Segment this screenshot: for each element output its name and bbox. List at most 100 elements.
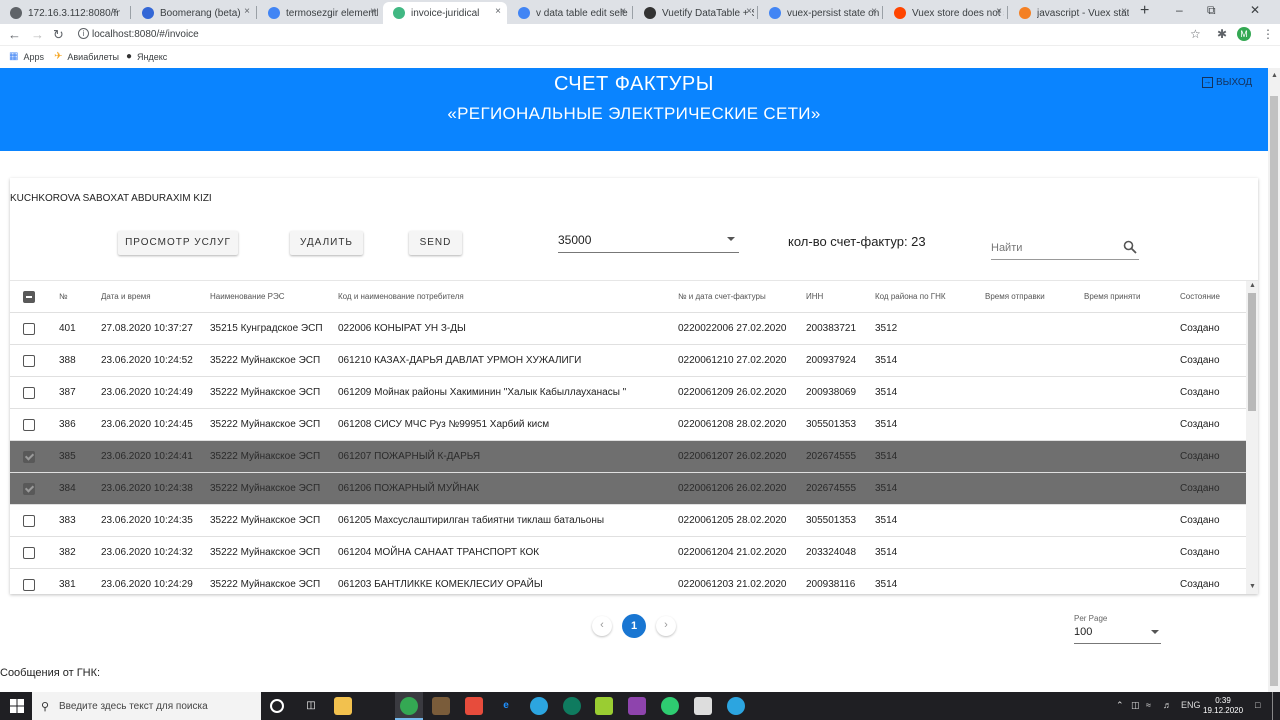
scroll-up-icon[interactable]: ▲ <box>1249 282 1256 289</box>
taskbar-clock[interactable]: 0:39 19.12.2020 <box>1203 696 1243 716</box>
table-row[interactable]: 381 23.06.2020 10:24:29 35222 Муйнакское Э… <box>10 569 1246 594</box>
notepad-icon[interactable] <box>595 697 613 715</box>
select-all-checkbox[interactable] <box>23 291 35 303</box>
scroll-up-icon[interactable]: ▲ <box>1271 72 1278 79</box>
windows-start-icon[interactable] <box>10 699 24 713</box>
tab-close-icon[interactable]: × <box>746 6 752 17</box>
prev-page-button[interactable]: ‹ <box>592 616 612 636</box>
table-row[interactable]: 385 23.06.2020 10:24:41 35222 Муйнакское Э… <box>10 441 1246 473</box>
next-page-button[interactable]: › <box>656 616 676 636</box>
table-row[interactable]: 388 23.06.2020 10:24:52 35222 Муйнакское Э… <box>10 345 1246 377</box>
col-header-num[interactable]: № <box>59 292 68 301</box>
col-header-district[interactable]: Код района по ГНК <box>875 292 946 301</box>
table-row[interactable]: 384 23.06.2020 10:24:38 35222 Муйнакское Э… <box>10 473 1246 505</box>
reload-icon[interactable]: ↻ <box>53 27 64 43</box>
edge-icon[interactable]: e <box>497 697 515 715</box>
browser-tab[interactable]: Boomerang (beta) × <box>132 2 256 24</box>
table-scrollbar[interactable]: ▲ ▼ <box>1246 281 1258 594</box>
minimize-icon[interactable]: – <box>1176 3 1183 17</box>
page-scroll-thumb[interactable] <box>1270 96 1278 686</box>
tab-close-icon[interactable]: × <box>495 6 501 17</box>
forward-icon[interactable]: → <box>31 27 44 42</box>
tab-close-icon[interactable]: × <box>370 6 376 17</box>
browser-tab[interactable]: javascript - Vuex state × <box>1009 2 1133 24</box>
tray-language[interactable]: ENG <box>1181 700 1201 710</box>
browser-menu-icon[interactable]: ⋮ <box>1262 27 1274 41</box>
view-services-button[interactable]: ПРОСМОТР УСЛУГ <box>118 231 238 255</box>
bookmark-yandex[interactable]: ● Яндекс <box>126 51 167 62</box>
table-row[interactable]: 401 27.08.2020 10:37:27 35215 Кунградское … <box>10 313 1246 345</box>
tray-volume-icon[interactable]: ♬ <box>1163 700 1172 710</box>
telegram-icon[interactable] <box>530 697 548 715</box>
task-view-icon[interactable]: ◫ <box>302 697 320 715</box>
col-header-sent[interactable]: Время отправки <box>985 292 1045 301</box>
col-header-consumer[interactable]: Код и наименование потребителя <box>338 292 464 301</box>
col-header-res[interactable]: Наименование РЭС <box>210 292 285 301</box>
new-tab-button[interactable]: + <box>1140 2 1149 20</box>
row-checkbox[interactable] <box>23 387 35 399</box>
browser-tab[interactable]: vuex-persist state on re× <box>759 2 883 24</box>
logout-button[interactable]: → ВЫХОД <box>1202 77 1252 88</box>
region-select[interactable]: 35000 <box>558 233 739 253</box>
extensions-puzzle-icon[interactable]: ✱ <box>1217 27 1227 41</box>
row-checkbox[interactable] <box>23 547 35 559</box>
col-header-received[interactable]: Время приняти <box>1084 292 1140 301</box>
col-header-invoice[interactable]: № и дата счет-фактуры <box>678 292 766 301</box>
table-row[interactable]: 382 23.06.2020 10:24:32 35222 Муйнакское Э… <box>10 537 1246 569</box>
page-1-button[interactable]: 1 <box>622 614 646 638</box>
send-button[interactable]: SEND <box>409 231 462 255</box>
chrome-icon[interactable] <box>400 697 418 715</box>
app-icon[interactable] <box>465 697 483 715</box>
tray-wifi-icon[interactable]: ≈ <box>1146 700 1151 710</box>
green-app-icon[interactable] <box>661 697 679 715</box>
tab-close-icon[interactable]: × <box>244 6 250 17</box>
tab-close-icon[interactable]: × <box>996 6 1002 17</box>
per-page-select[interactable]: 100 <box>1074 626 1161 644</box>
intellij-icon[interactable] <box>628 697 646 715</box>
star-icon[interactable]: ☆ <box>1190 27 1201 41</box>
col-header-status[interactable]: Состояние <box>1180 292 1220 301</box>
taskbar-search-input[interactable]: ⚲ Введите здесь текст для поиска <box>32 692 261 720</box>
table-scroll-thumb[interactable] <box>1248 293 1256 411</box>
browser-tab[interactable]: Vuetify DataTable + Se × <box>634 2 758 24</box>
telegram-badge-icon[interactable] <box>727 697 745 715</box>
notification-icon[interactable]: □ <box>1255 700 1260 710</box>
browser-tab[interactable]: Vuex store does not su × <box>884 2 1008 24</box>
browser-tab[interactable]: 172.16.3.112:8080/Invo× <box>0 2 124 24</box>
url-field[interactable]: localhost:8080/#/invoice <box>92 29 199 40</box>
tray-network-icon[interactable]: ◫ <box>1131 700 1140 711</box>
document-app-icon[interactable] <box>694 697 712 715</box>
scroll-down-icon[interactable]: ▼ <box>1249 583 1256 590</box>
browser-tab[interactable]: invoice-juridical × <box>383 2 507 24</box>
tray-chevron-icon[interactable]: ⌃ <box>1116 700 1124 711</box>
edge-chromium-icon[interactable] <box>563 697 581 715</box>
browser-tab[interactable]: termosezgir elementlar × <box>258 2 382 24</box>
tab-close-icon[interactable]: × <box>620 6 626 17</box>
restore-icon[interactable]: ⧉ <box>1207 3 1216 18</box>
table-row[interactable]: 386 23.06.2020 10:24:45 35222 Муйнакское Э… <box>10 409 1246 441</box>
page-scrollbar[interactable]: ▲ <box>1268 68 1280 692</box>
row-checkbox[interactable] <box>23 451 35 463</box>
tab-close-icon[interactable]: × <box>1121 6 1127 17</box>
archive-icon[interactable] <box>432 697 450 715</box>
delete-button[interactable]: УДАЛИТЬ <box>290 231 363 255</box>
bookmark-aviabilety[interactable]: ✈ Авиабилеты <box>54 51 119 62</box>
col-header-datetime[interactable]: Дата и время <box>101 292 151 301</box>
site-info-icon[interactable]: i <box>78 28 89 39</box>
row-checkbox[interactable] <box>23 579 35 591</box>
file-explorer-icon[interactable] <box>334 697 352 715</box>
table-row[interactable]: 383 23.06.2020 10:24:35 35222 Муйнакское Э… <box>10 505 1246 537</box>
cortana-icon[interactable] <box>270 699 284 713</box>
window-close-icon[interactable]: ✕ <box>1250 3 1260 17</box>
bookmark-apps[interactable]: ▦ Apps <box>9 51 44 62</box>
show-desktop-button[interactable] <box>1272 692 1273 720</box>
row-checkbox[interactable] <box>23 483 35 495</box>
tab-close-icon[interactable]: × <box>871 6 877 17</box>
row-checkbox[interactable] <box>23 515 35 527</box>
row-checkbox[interactable] <box>23 419 35 431</box>
back-icon[interactable]: ← <box>8 27 21 42</box>
profile-avatar[interactable]: M <box>1237 27 1251 41</box>
tab-close-icon[interactable]: × <box>112 6 118 17</box>
browser-tab[interactable]: v data table edit select × <box>508 2 632 24</box>
row-checkbox[interactable] <box>23 355 35 367</box>
